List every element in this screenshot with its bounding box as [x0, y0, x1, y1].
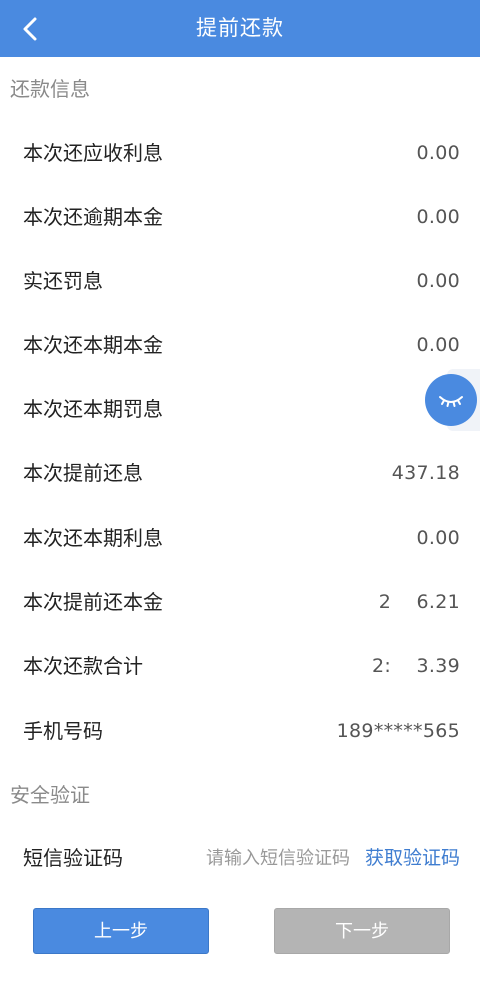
previous-step-button[interactable]: 上一步 — [33, 908, 209, 954]
row-interest-receivable: 本次还应收利息 0.00 — [0, 121, 480, 185]
eye-closed-icon — [439, 396, 463, 407]
row-label: 本次还逾期本金 — [23, 205, 163, 229]
row-early-principal: 本次提前还本金 2 6.21 — [0, 570, 480, 634]
row-value: 0.00 — [416, 334, 460, 356]
row-value: 437.18 — [391, 462, 460, 484]
back-button[interactable] — [10, 8, 52, 50]
row-current-principal: 本次还本期本金 0.00 — [0, 313, 480, 377]
row-value: 0.00 — [416, 142, 460, 164]
row-value: 2: 3.39 — [372, 655, 460, 677]
early-repayment-page: 提前还款 还款信息 本次还应收利息 0.00 本次还逾期本金 0.00 实还罚息… — [0, 0, 480, 997]
row-current-penalty: 本次还本期罚息 0 — [0, 377, 480, 441]
row-overdue-principal: 本次还逾期本金 0.00 — [0, 185, 480, 249]
row-phone-number: 手机号码 189*****565 — [0, 699, 480, 763]
row-label: 本次还本期罚息 — [23, 397, 163, 421]
page-title: 提前还款 — [196, 16, 284, 40]
row-total-repayment: 本次还款合计 2: 3.39 — [0, 634, 480, 698]
row-label: 本次还本期本金 — [23, 333, 163, 357]
row-label: 本次还应收利息 — [23, 141, 163, 165]
next-step-button[interactable]: 下一步 — [274, 908, 450, 954]
row-value: 189*****565 — [336, 720, 460, 742]
row-current-interest: 本次还本期利息 0.00 — [0, 506, 480, 570]
row-value: 0.00 — [416, 527, 460, 549]
row-label: 本次提前还本金 — [23, 590, 163, 614]
sms-code-row: 短信验证码 获取验证码 — [0, 826, 480, 890]
row-value: 0.00 — [416, 270, 460, 292]
chevron-left-icon — [23, 17, 37, 41]
sms-code-label: 短信验证码 — [23, 846, 123, 870]
row-value: 2 6.21 — [378, 591, 460, 613]
row-label: 本次还本期利息 — [23, 526, 163, 550]
row-label: 手机号码 — [23, 719, 103, 743]
sms-code-input[interactable] — [160, 840, 350, 876]
row-actual-penalty: 实还罚息 0.00 — [0, 249, 480, 313]
floating-eye-button[interactable] — [425, 369, 480, 431]
floating-button-circle — [425, 374, 477, 426]
row-label: 本次还款合计 — [23, 654, 143, 678]
row-value: 0.00 — [416, 206, 460, 228]
row-early-interest: 本次提前还息 437.18 — [0, 441, 480, 505]
get-code-button[interactable]: 获取验证码 — [365, 826, 460, 890]
top-bar: 提前还款 — [0, 0, 480, 57]
row-label: 本次提前还息 — [23, 461, 143, 485]
security-section-title: 安全验证 — [10, 783, 90, 807]
repayment-info-section-title: 还款信息 — [10, 77, 90, 101]
row-label: 实还罚息 — [23, 269, 103, 293]
